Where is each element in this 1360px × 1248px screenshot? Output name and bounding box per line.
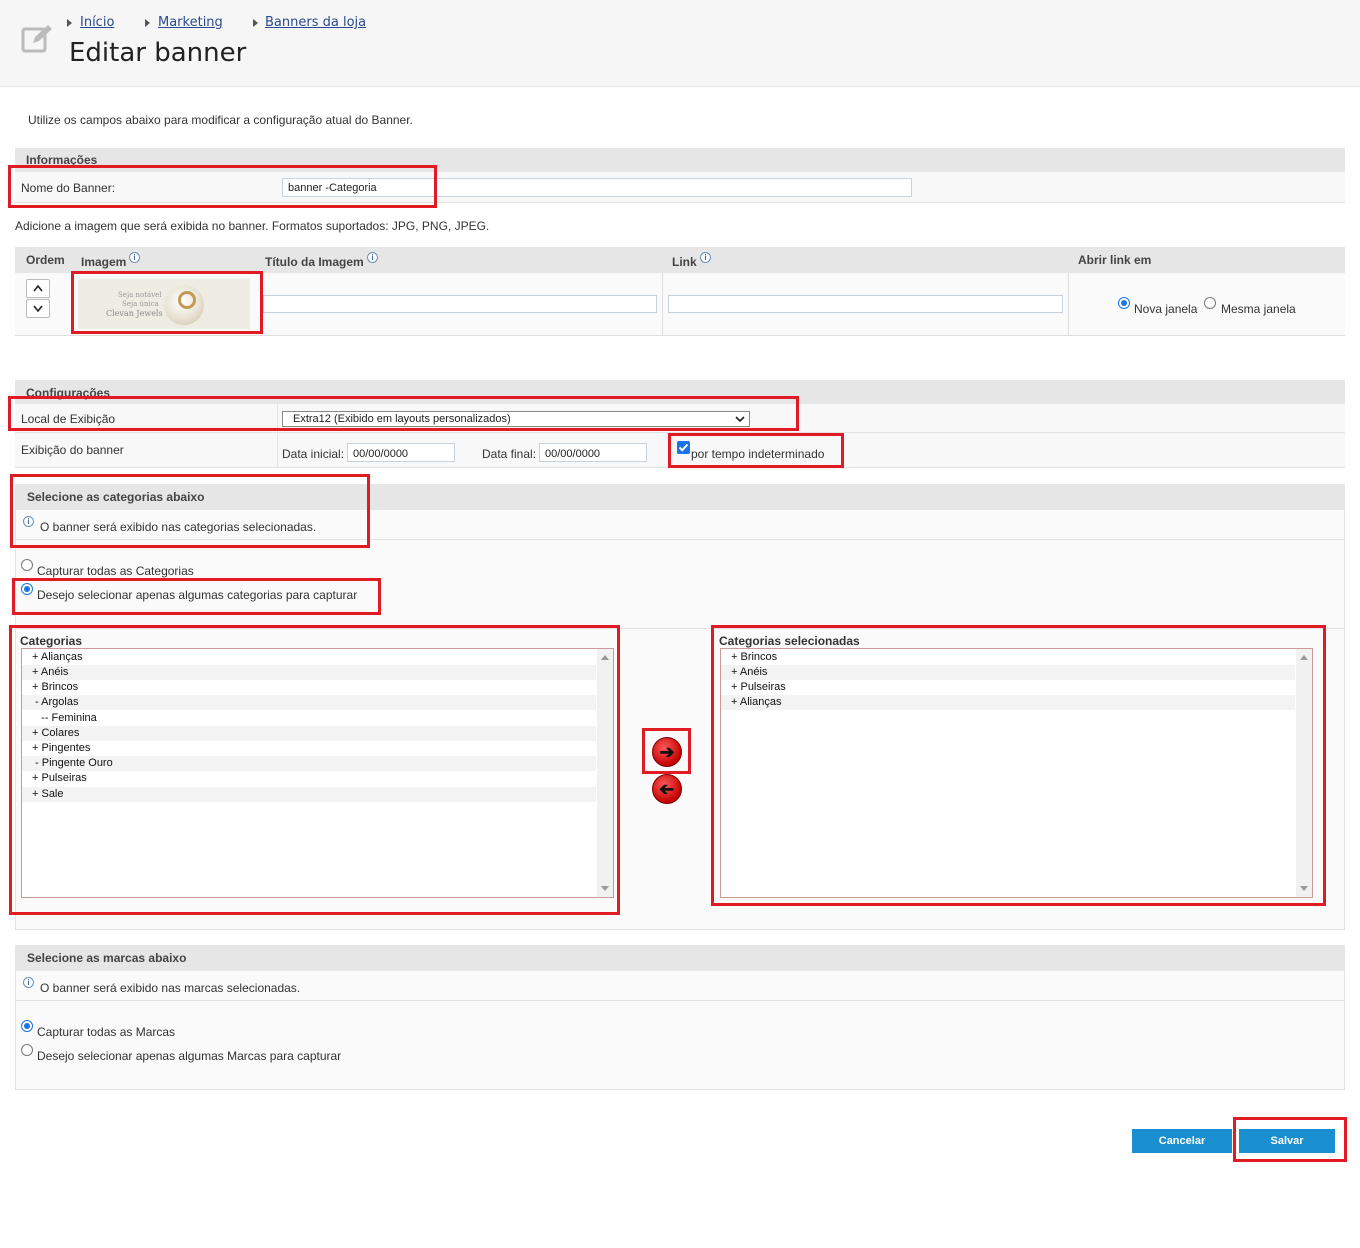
brands-info-text: O banner será exibido nas marcas selecio…: [40, 981, 301, 995]
list-item[interactable]: + Pulseiras: [721, 680, 1295, 695]
add-category-button[interactable]: ➔: [652, 737, 682, 767]
list-item[interactable]: + Brincos: [22, 680, 596, 695]
list-item[interactable]: + Pingentes: [22, 741, 596, 756]
categories-scrollbar[interactable]: [597, 649, 613, 897]
image-note: Adicione a imagem que será exibida no ba…: [15, 219, 490, 233]
list-item[interactable]: - Argolas: [22, 695, 596, 710]
selected-categories-title: Categorias selecionadas: [719, 634, 860, 648]
edit-icon: [21, 23, 53, 55]
open-new-window-label: Nova janela: [1134, 302, 1198, 316]
location-select[interactable]: Extra12 (Exibido em layouts personalizad…: [282, 411, 750, 427]
list-item[interactable]: + Colares: [22, 726, 596, 741]
breadcrumb-marketing[interactable]: Marketing: [158, 15, 223, 30]
list-item[interactable]: + Sale: [22, 787, 596, 802]
list-item[interactable]: + Anéis: [22, 665, 596, 680]
brands-section-header: Selecione as marcas abaixo: [15, 945, 1345, 971]
capture-all-categories-label: Capturar todas as Categorias: [37, 564, 194, 578]
categories-list-title: Categorias: [20, 634, 83, 648]
capture-some-categories-label: Desejo selecionar apenas algumas categor…: [37, 588, 358, 602]
move-up-button[interactable]: [26, 279, 50, 298]
selected-categories-list[interactable]: + Brincos + Anéis + Pulseiras + Alianças: [720, 648, 1313, 898]
capture-all-categories-radio[interactable]: [21, 559, 33, 571]
end-date-label: Data final:: [482, 447, 537, 461]
remove-category-button[interactable]: ➔: [652, 774, 682, 804]
list-item[interactable]: -- Feminina: [22, 711, 596, 726]
image-link-input[interactable]: [668, 295, 1063, 313]
indefinite-label: por tempo indeterminado: [691, 447, 825, 461]
list-item[interactable]: - Pingente Ouro: [22, 756, 596, 771]
end-date-input[interactable]: 00/00/0000: [539, 443, 647, 462]
breadcrumb-inicio[interactable]: Início: [80, 15, 114, 30]
page-title: Editar banner: [69, 38, 247, 68]
categories-list[interactable]: + Alianças + Anéis + Brincos - Argolas -…: [21, 648, 614, 898]
title-info-icon: i: [367, 252, 378, 263]
image-info-icon: i: [129, 252, 140, 263]
capture-all-brands-radio[interactable]: [21, 1020, 33, 1032]
indefinite-checkbox[interactable]: [677, 441, 690, 454]
link-info-icon: i: [700, 252, 711, 263]
image-table-header: Ordem Imagem Título da Imagem Link Abrir…: [15, 247, 1345, 273]
list-item[interactable]: + Alianças: [721, 695, 1295, 710]
brands-info-icon: i: [23, 977, 34, 988]
location-label: Local de Exibição: [21, 412, 116, 426]
open-new-window-radio[interactable]: [1118, 297, 1130, 309]
move-down-button[interactable]: [26, 299, 50, 318]
intro-text: Utilize os campos abaixo para modificar …: [28, 113, 413, 127]
capture-some-brands-label: Desejo selecionar apenas algumas Marcas …: [37, 1049, 342, 1063]
page-header: Início Marketing Banners da loja Editar …: [0, 0, 1360, 87]
config-section-header: Configurações: [15, 380, 1345, 404]
info-section-header: Informações: [15, 148, 1345, 172]
capture-all-brands-label: Capturar todas as Marcas: [37, 1025, 176, 1039]
open-same-window-radio[interactable]: [1204, 297, 1216, 309]
categories-info-text: O banner será exibido nas categorias sel…: [40, 520, 317, 534]
capture-some-brands-radio[interactable]: [21, 1044, 33, 1056]
start-date-label: Data inicial:: [282, 447, 345, 461]
list-item[interactable]: + Pulseiras: [22, 771, 596, 786]
categories-info-icon: i: [23, 516, 34, 527]
banner-thumbnail[interactable]: Seja notável Seja única Clevan Jewels: [78, 279, 250, 329]
open-same-window-label: Mesma janela: [1221, 302, 1296, 316]
selected-scrollbar[interactable]: [1296, 649, 1312, 897]
list-item[interactable]: + Brincos: [721, 650, 1295, 665]
cancel-button[interactable]: Cancelar: [1132, 1129, 1232, 1153]
capture-some-categories-radio[interactable]: [21, 583, 33, 595]
image-title-input[interactable]: [263, 295, 657, 313]
banner-name-label: Nome do Banner:: [21, 181, 116, 195]
banner-name-input[interactable]: banner -Categoria: [282, 178, 912, 197]
breadcrumb-banners[interactable]: Banners da loja: [265, 15, 366, 30]
start-date-input[interactable]: 00/00/0000: [347, 443, 455, 462]
display-label: Exibição do banner: [21, 443, 124, 457]
list-item[interactable]: + Anéis: [721, 665, 1295, 680]
categories-section-header: Selecione as categorias abaixo: [15, 484, 1345, 510]
save-button[interactable]: Salvar: [1239, 1129, 1335, 1153]
list-item[interactable]: + Alianças: [22, 650, 596, 665]
